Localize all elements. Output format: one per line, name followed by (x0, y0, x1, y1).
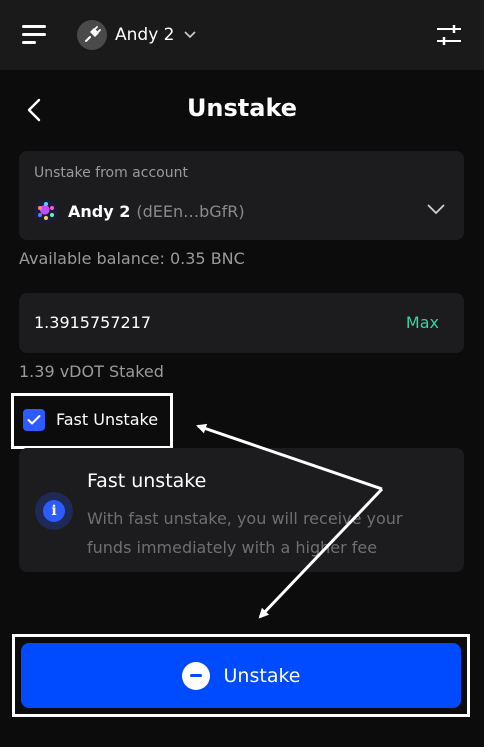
minus-circle-icon (181, 661, 210, 690)
account-selector[interactable]: Andy 2 (77, 20, 197, 50)
sliders-icon[interactable] (436, 24, 462, 46)
menu-icon[interactable] (22, 25, 46, 45)
fast-unstake-toggle[interactable]: Fast Unstake (11, 393, 173, 449)
selected-account: Andy 2 (dEEn…bGfR) (34, 199, 245, 223)
header-account-name: Andy 2 (115, 25, 175, 45)
plug-icon (77, 20, 107, 50)
fast-unstake-checkbox[interactable] (23, 409, 45, 431)
info-icon: i (35, 492, 73, 530)
chevron-down-icon (184, 31, 197, 39)
amount-input[interactable]: 1.3915757217 Max (19, 293, 464, 353)
available-balance: Available balance: 0.35 BNC (19, 249, 245, 268)
unstake-from-account-select[interactable]: Unstake from account Andy 2 (dEEn…bGfR) (19, 151, 464, 240)
page-title: Unstake (186, 94, 298, 122)
account-address: (dEEn…bGfR) (136, 201, 245, 221)
unstake-button-label: Unstake (223, 664, 301, 687)
unstake-button[interactable]: Unstake (21, 643, 461, 708)
amount-value[interactable]: 1.3915757217 (34, 313, 151, 332)
info-title: Fast unstake (87, 470, 207, 492)
account-identicon-icon (34, 199, 58, 223)
staked-amount: 1.39 vDOT Staked (19, 362, 164, 381)
info-text: With fast unstake, you will receive your… (87, 509, 403, 557)
chevron-down-icon[interactable] (427, 203, 445, 215)
fast-unstake-info-card: i Fast unstake With fast unstake, you wi… (19, 448, 464, 572)
fast-unstake-label: Fast Unstake (56, 410, 159, 429)
check-icon (27, 415, 41, 425)
max-button[interactable]: Max (406, 313, 439, 332)
unstake-from-label: Unstake from account (34, 165, 188, 181)
top-bar: Andy 2 (0, 0, 484, 70)
account-name: Andy 2 (68, 201, 131, 221)
unstake-button-frame: Unstake (12, 634, 470, 717)
